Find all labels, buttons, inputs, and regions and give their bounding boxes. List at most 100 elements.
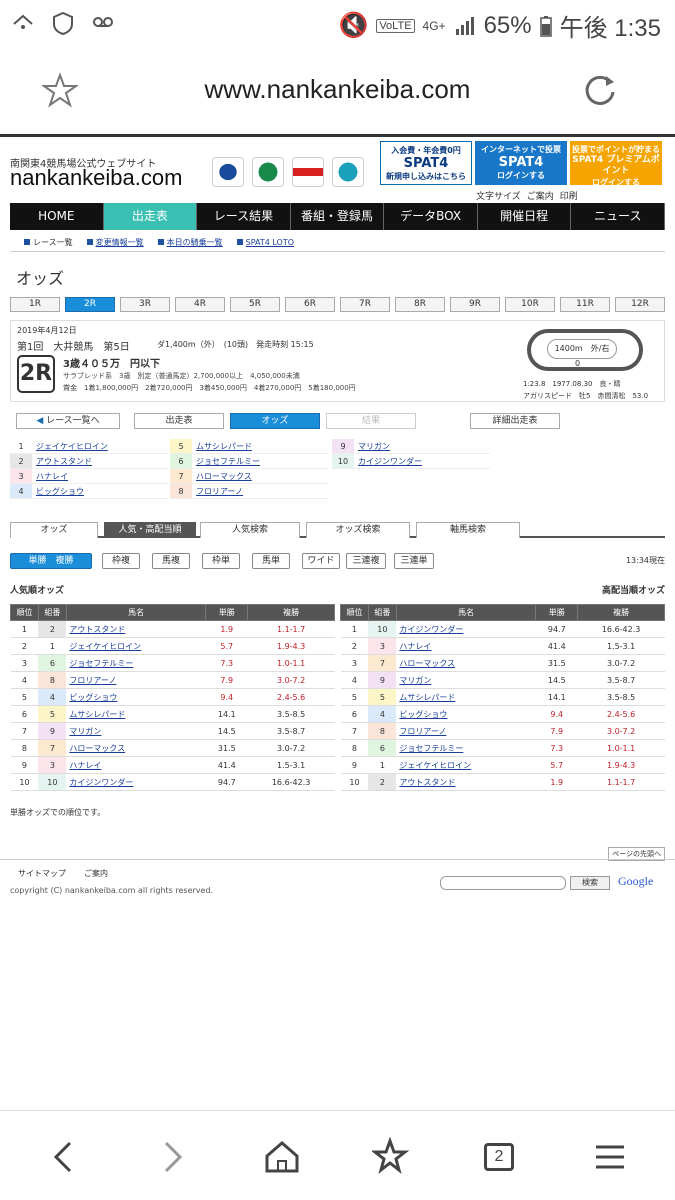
site-search-button[interactable]: 検索	[570, 876, 610, 890]
nav-databox[interactable]: データBOX	[384, 203, 478, 230]
tabs-icon[interactable]: 2	[480, 1137, 520, 1177]
subnav-jockeys[interactable]: 本日の騎乗一覧	[157, 237, 223, 248]
nav-schedule[interactable]: 開催日程	[478, 203, 572, 230]
subnav-changes[interactable]: 変更情報一覧	[86, 237, 144, 248]
detail-entries-button[interactable]: 詳細出走表	[470, 413, 560, 429]
horse-name[interactable]: マリガン	[354, 439, 490, 453]
sitemap-link[interactable]: サイトマップ	[18, 868, 66, 879]
horse-name[interactable]: アウトスタンド	[396, 773, 536, 791]
race-tab-10r[interactable]: 10R	[505, 297, 555, 312]
race-tab-12r[interactable]: 12R	[615, 297, 665, 312]
horse-name[interactable]: ジェイケイヒロイン	[32, 439, 168, 453]
horse-name[interactable]: フロリアーノ	[396, 722, 536, 740]
race-list-button[interactable]: ◀ レース一覧へ	[16, 413, 120, 429]
horse-name[interactable]: ムサシレパード	[396, 688, 536, 706]
race-tab-1r[interactable]: 1R	[10, 297, 60, 312]
reload-icon[interactable]	[582, 72, 618, 108]
horse-name[interactable]: ビッグショウ	[66, 688, 206, 706]
horse-entry[interactable]: 3 ハナレイ	[10, 469, 168, 484]
horse-name[interactable]: ジェイケイヒロイン	[66, 637, 206, 655]
horse-name[interactable]: マリガン	[396, 671, 536, 689]
horse-entry[interactable]: 2 アウトスタンド	[10, 454, 168, 469]
horse-entry[interactable]: 6 ジョセフテルミー	[170, 454, 328, 469]
bet-type-button-7[interactable]: 三連単	[394, 553, 434, 569]
home-icon[interactable]	[262, 1137, 302, 1177]
horse-name[interactable]: ビッグショウ	[32, 484, 168, 498]
horse-name[interactable]: カイジンワンダー	[66, 773, 206, 791]
horse-name[interactable]: アウトスタンド	[66, 620, 206, 638]
horse-name[interactable]: ハナレイ	[32, 469, 168, 483]
horse-entry[interactable]: 5 ムサシレパード	[170, 439, 328, 454]
bet-type-button-1[interactable]: 枠複	[102, 553, 140, 569]
bet-type-button-6[interactable]: 三連複	[346, 553, 386, 569]
race-tab-8r[interactable]: 8R	[395, 297, 445, 312]
horse-name[interactable]: カイジンワンダー	[354, 454, 490, 468]
nav-news[interactable]: ニュース	[571, 203, 666, 230]
horse-name[interactable]: ジョセフテルミー	[192, 454, 328, 468]
horse-name[interactable]: ジェイケイヒロイン	[396, 756, 536, 774]
bet-type-button-2[interactable]: 馬複	[152, 553, 190, 569]
horse-name[interactable]: ハローマックス	[66, 739, 206, 757]
horse-name[interactable]: ジョセフテルミー	[66, 654, 206, 672]
back-icon[interactable]	[44, 1137, 84, 1177]
horse-name[interactable]: ハナレイ	[396, 637, 536, 655]
horse-name[interactable]: ハナレイ	[66, 756, 206, 774]
info-link[interactable]: ご案内	[527, 189, 554, 202]
bet-type-button-4[interactable]: 馬単	[252, 553, 290, 569]
horse-entry[interactable]: 1 ジェイケイヒロイン	[10, 439, 168, 454]
section-tab-1[interactable]: 人気・高配当順	[104, 522, 196, 538]
horse-name[interactable]: ムサシレパード	[66, 705, 206, 723]
horse-name[interactable]: フロリアーノ	[192, 484, 328, 498]
subnav-loto[interactable]: SPAT4 LOTO	[236, 238, 294, 247]
nav-results[interactable]: レース結果	[197, 203, 291, 230]
odds-button[interactable]: オッズ	[230, 413, 320, 429]
site-search-input[interactable]	[440, 876, 566, 890]
bet-type-button-0[interactable]: 単勝 複勝	[10, 553, 92, 569]
horse-entry[interactable]: 4 ビッグショウ	[10, 484, 168, 499]
race-tab-4r[interactable]: 4R	[175, 297, 225, 312]
section-tab-0[interactable]: オッズ	[10, 522, 98, 538]
bet-type-button-3[interactable]: 枠単	[202, 553, 240, 569]
track-logo-1[interactable]	[212, 157, 244, 187]
track-logo-3[interactable]	[292, 157, 324, 187]
spat4-login-banner[interactable]: インターネットで投票 SPAT4 ログインする	[475, 141, 567, 185]
horse-entry[interactable]: 8 フロリアーノ	[170, 484, 328, 499]
url-text[interactable]: www.nankankeiba.com	[0, 74, 675, 105]
horse-name[interactable]: マリガン	[66, 722, 206, 740]
race-tab-6r[interactable]: 6R	[285, 297, 335, 312]
race-tab-2r[interactable]: 2R	[65, 297, 115, 312]
horse-name[interactable]: ジョセフテルミー	[396, 739, 536, 757]
race-tab-9r[interactable]: 9R	[450, 297, 500, 312]
section-tab-3[interactable]: オッズ検索	[306, 522, 410, 538]
track-logo-2[interactable]	[252, 157, 284, 187]
guide-link[interactable]: ご案内	[84, 868, 108, 879]
horse-entry[interactable]: 10 カイジンワンダー	[332, 454, 490, 469]
horse-name[interactable]: カイジンワンダー	[396, 620, 536, 638]
section-tab-2[interactable]: 人気検索	[200, 522, 300, 538]
horse-name[interactable]: ムサシレパード	[192, 439, 328, 453]
forward-icon[interactable]	[152, 1137, 192, 1177]
race-tab-7r[interactable]: 7R	[340, 297, 390, 312]
track-logo-4[interactable]	[332, 157, 364, 187]
horse-name[interactable]: ビッグショウ	[396, 705, 536, 723]
spat4-signup-banner[interactable]: 入会費・年会費0円 SPAT4 新規申し込みはこちら	[380, 141, 472, 185]
nav-program[interactable]: 番組・登録馬	[291, 203, 385, 230]
subnav-race-list[interactable]: レース一覧	[24, 237, 73, 248]
print-link[interactable]: 印刷	[560, 189, 578, 202]
horse-entry[interactable]: 9 マリガン	[332, 439, 490, 454]
bet-type-button-5[interactable]: ワイド	[302, 553, 340, 569]
horse-entry[interactable]: 7 ハローマックス	[170, 469, 328, 484]
horse-name[interactable]: フロリアーノ	[66, 671, 206, 689]
spat4-premium-banner[interactable]: 投票でポイントが貯まる SPAT4 プレミアムポイント ログインする	[570, 141, 662, 187]
nav-entries[interactable]: 出走表	[103, 203, 198, 230]
site-logo[interactable]: nankankeiba.com	[10, 165, 182, 191]
menu-icon[interactable]	[590, 1137, 630, 1177]
bookmarks-icon[interactable]	[372, 1137, 412, 1177]
section-tab-4[interactable]: 軸馬検索	[416, 522, 520, 538]
horse-name[interactable]: アウトスタンド	[32, 454, 168, 468]
race-tab-5r[interactable]: 5R	[230, 297, 280, 312]
nav-home[interactable]: HOME	[10, 203, 104, 230]
horse-name[interactable]: ハローマックス	[396, 654, 536, 672]
race-tab-11r[interactable]: 11R	[560, 297, 610, 312]
race-tab-3r[interactable]: 3R	[120, 297, 170, 312]
